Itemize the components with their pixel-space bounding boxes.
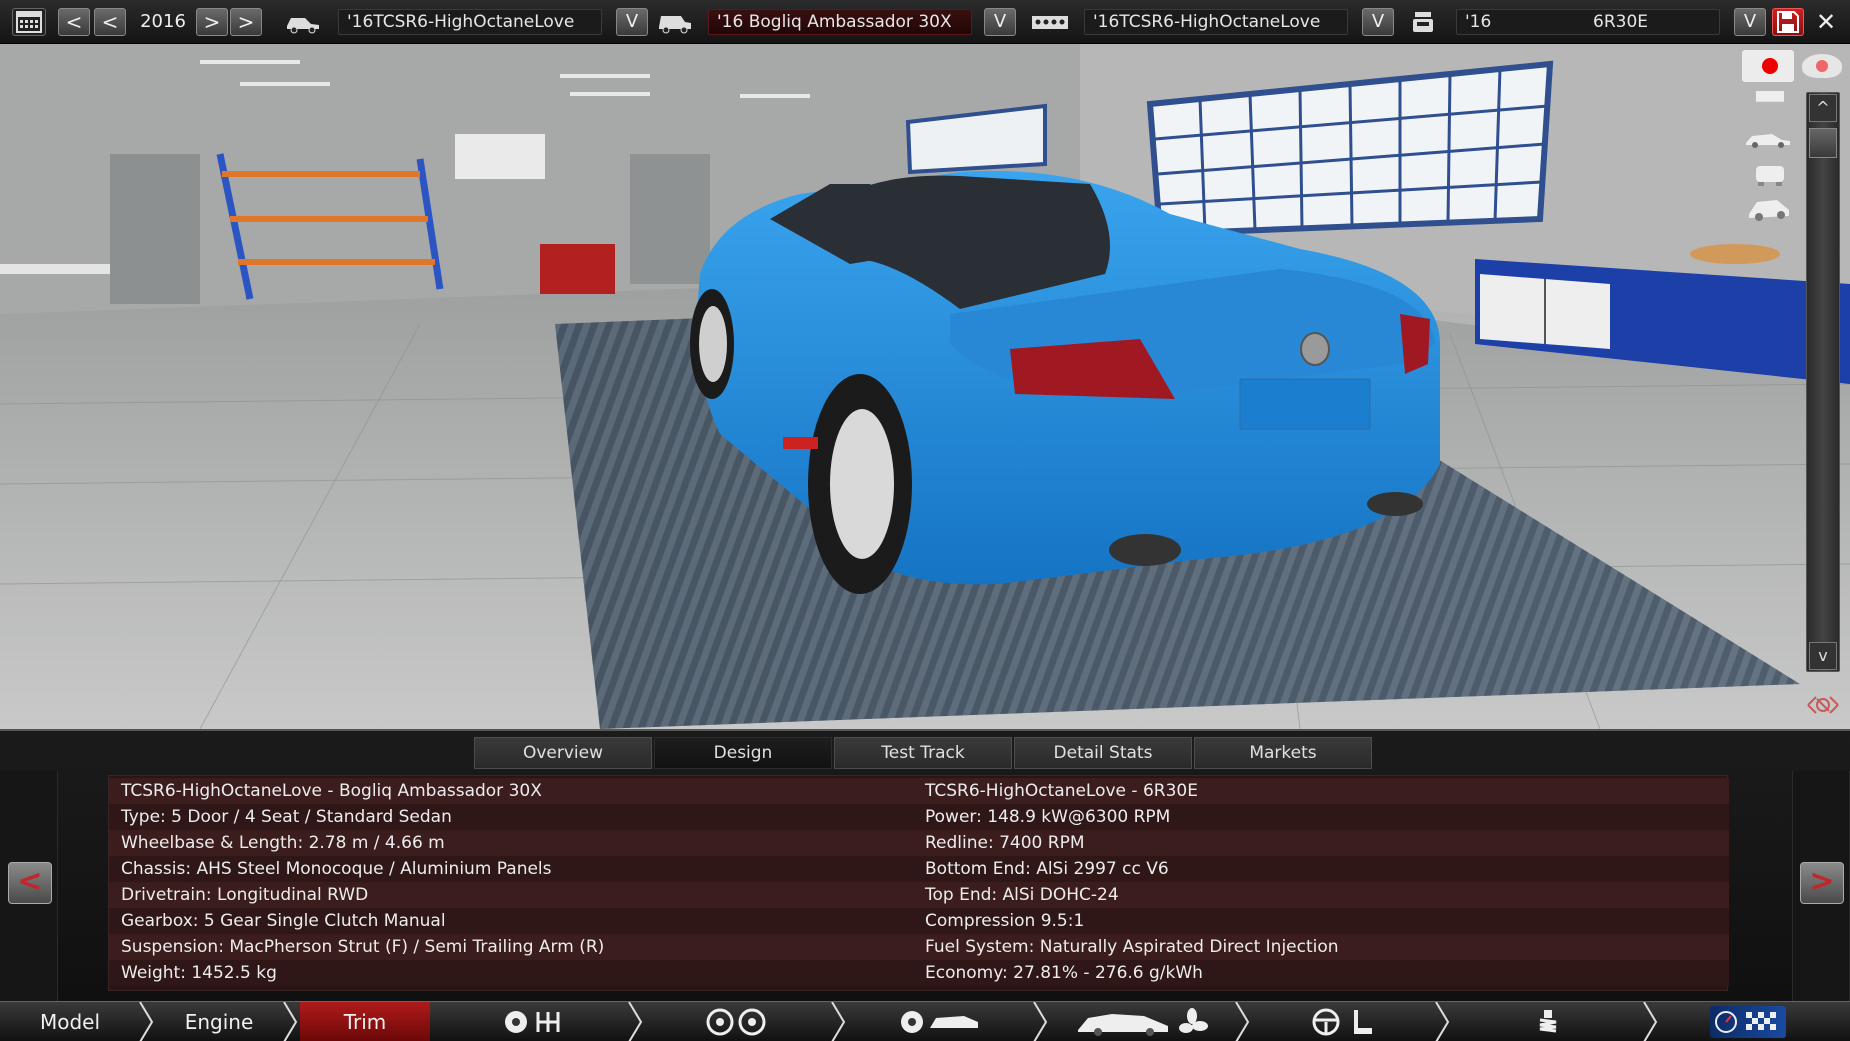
year-display: 2016 bbox=[140, 11, 186, 32]
engine-family-icon bbox=[1030, 10, 1070, 34]
chevron-right-icon bbox=[628, 1002, 643, 1041]
engine-variant-name: 6R30E bbox=[1593, 12, 1649, 32]
nav-model[interactable]: Model bbox=[0, 1002, 140, 1041]
car-trim-icon bbox=[655, 10, 695, 34]
engine-variant-dropdown-button[interactable]: V bbox=[1734, 8, 1766, 36]
chevron-right-icon bbox=[283, 1002, 298, 1041]
engine-family-select[interactable]: '16TCSR6-HighOctaneLove bbox=[1084, 9, 1348, 35]
car-model-icon bbox=[283, 10, 323, 34]
detail-row: Suspension: MacPherson Strut (F) / Semi … bbox=[109, 934, 1729, 960]
nav-trim[interactable]: Trim bbox=[300, 1002, 430, 1041]
year-prev-button[interactable]: < bbox=[94, 8, 126, 36]
chevron-right-icon bbox=[1235, 1002, 1250, 1041]
tab-design[interactable]: Design bbox=[654, 737, 832, 769]
close-icon[interactable]: ✕ bbox=[1810, 8, 1842, 36]
bottom-nav-bar: Model Engine Trim bbox=[0, 1001, 1850, 1041]
camera-side-icon[interactable] bbox=[1742, 128, 1794, 150]
nav-engine[interactable]: Engine bbox=[158, 1002, 280, 1041]
eye-view-icon[interactable] bbox=[1802, 54, 1842, 78]
reset-view-icon[interactable] bbox=[1804, 688, 1842, 722]
detail-row: Gearbox: 5 Gear Single Clutch Manual Comp… bbox=[109, 908, 1729, 934]
scroll-thumb[interactable] bbox=[1809, 128, 1837, 158]
scroll-up-button[interactable]: ^ bbox=[1809, 94, 1837, 122]
engine-power: Power: 148.9 kW@6300 RPM bbox=[925, 807, 1171, 827]
engine-variant-icon bbox=[1408, 10, 1438, 34]
car-3d-viewport[interactable]: ▀▀ bbox=[0, 44, 1850, 729]
car-gearbox: Gearbox: 5 Gear Single Clutch Manual bbox=[121, 911, 446, 931]
engine-summary-title: TCSR6-HighOctaneLove - 6R30E bbox=[925, 781, 1198, 801]
car-model-select[interactable]: '16TCSR6-HighOctaneLove bbox=[338, 9, 602, 35]
camera-scrollbar[interactable] bbox=[1806, 92, 1840, 672]
chevron-right-icon bbox=[1435, 1002, 1450, 1041]
nav-wheels-icon[interactable] bbox=[704, 1008, 770, 1036]
detail-row: Weight: 1452.5 kg Economy: 27.81% - 276.6… bbox=[109, 960, 1729, 986]
engine-redline: Redline: 7400 RPM bbox=[925, 833, 1085, 853]
engine-top-end: Top End: AlSi DOHC-24 bbox=[925, 885, 1119, 905]
detail-row: Wheelbase & Length: 2.78 m / 4.66 m Redli… bbox=[109, 830, 1729, 856]
tab-detail-stats[interactable]: Detail Stats bbox=[1014, 737, 1192, 769]
car-summary-title: TCSR6-HighOctaneLove - Bogliq Ambassador… bbox=[121, 781, 542, 801]
detail-row: Type: 5 Door / 4 Seat / Standard Sedan Po… bbox=[109, 804, 1729, 830]
camera-record-icon[interactable] bbox=[1742, 50, 1794, 82]
engine-family-dropdown-button[interactable]: V bbox=[1362, 8, 1394, 36]
nav-interior-icon[interactable] bbox=[1310, 1008, 1380, 1036]
engine-variant-year: '16 bbox=[1465, 12, 1492, 32]
camera-front-icon[interactable]: ▀▀ bbox=[1750, 92, 1790, 118]
detail-next-button[interactable]: > bbox=[1800, 862, 1844, 904]
detail-row: Chassis: AHS Steel Monocoque / Aluminium… bbox=[109, 856, 1729, 882]
car-weight: Weight: 1452.5 kg bbox=[121, 963, 277, 983]
nav-suspension-icon[interactable] bbox=[1528, 1008, 1568, 1036]
car-wheelbase: Wheelbase & Length: 2.78 m / 4.66 m bbox=[121, 833, 445, 853]
chevron-right-icon bbox=[1033, 1002, 1048, 1041]
engine-variant-select[interactable]: '16 6R30E bbox=[1456, 9, 1720, 35]
chevron-right-icon bbox=[831, 1002, 846, 1041]
engine-bottom-end: Bottom End: AlSi 2997 cc V6 bbox=[925, 859, 1169, 879]
info-panel: Overview Design Test Track Detail Stats … bbox=[0, 729, 1850, 1001]
car-type: Type: 5 Door / 4 Seat / Standard Sedan bbox=[121, 807, 452, 827]
tab-test-track[interactable]: Test Track bbox=[834, 737, 1012, 769]
car-chassis: Chassis: AHS Steel Monocoque / Aluminium… bbox=[121, 859, 552, 879]
car-model-dropdown-button[interactable]: V bbox=[616, 8, 648, 36]
year-next-button[interactable]: > bbox=[196, 8, 228, 36]
nav-body-design-icon[interactable] bbox=[898, 1008, 984, 1036]
detail-row: TCSR6-HighOctaneLove - Bogliq Ambassador… bbox=[109, 778, 1729, 804]
tab-overview[interactable]: Overview bbox=[474, 737, 652, 769]
camera-three-quarter-icon[interactable] bbox=[1745, 194, 1795, 224]
engine-fuel-system: Fuel System: Naturally Aspirated Direct … bbox=[925, 937, 1339, 957]
car-drivetrain: Drivetrain: Longitudinal RWD bbox=[121, 885, 369, 905]
nav-engine-drivetrain-icon[interactable] bbox=[502, 1008, 572, 1036]
save-icon[interactable] bbox=[1772, 8, 1804, 36]
chevron-right-icon bbox=[139, 1002, 154, 1041]
engine-economy: Economy: 27.81% - 276.6 g/kWh bbox=[925, 963, 1203, 983]
engine-compression: Compression 9.5:1 bbox=[925, 911, 1085, 931]
scroll-down-button[interactable]: v bbox=[1809, 642, 1837, 670]
chevron-right-icon bbox=[1643, 1002, 1658, 1041]
garage-scene bbox=[0, 44, 1850, 729]
top-toolbar: < < 2016 > > '16TCSR6-HighOctaneLove V '… bbox=[0, 0, 1850, 44]
car-trim-select[interactable]: '16 Bogliq Ambassador 30X bbox=[708, 9, 972, 35]
year-prev-fast-button[interactable]: < bbox=[58, 8, 90, 36]
calendar-icon[interactable] bbox=[12, 8, 46, 36]
nav-aero-cooling-icon[interactable] bbox=[1072, 1008, 1212, 1036]
camera-rear-icon[interactable] bbox=[1752, 162, 1788, 188]
nav-testing-icon[interactable] bbox=[1710, 1006, 1786, 1038]
car-trim-dropdown-button[interactable]: V bbox=[984, 8, 1016, 36]
tab-markets[interactable]: Markets bbox=[1194, 737, 1372, 769]
detail-prev-button[interactable]: < bbox=[8, 862, 52, 904]
detail-table: TCSR6-HighOctaneLove - Bogliq Ambassador… bbox=[108, 775, 1729, 991]
car-suspension: Suspension: MacPherson Strut (F) / Semi … bbox=[121, 937, 605, 957]
year-next-fast-button[interactable]: > bbox=[230, 8, 262, 36]
detail-row: Drivetrain: Longitudinal RWD Top End: AlS… bbox=[109, 882, 1729, 908]
